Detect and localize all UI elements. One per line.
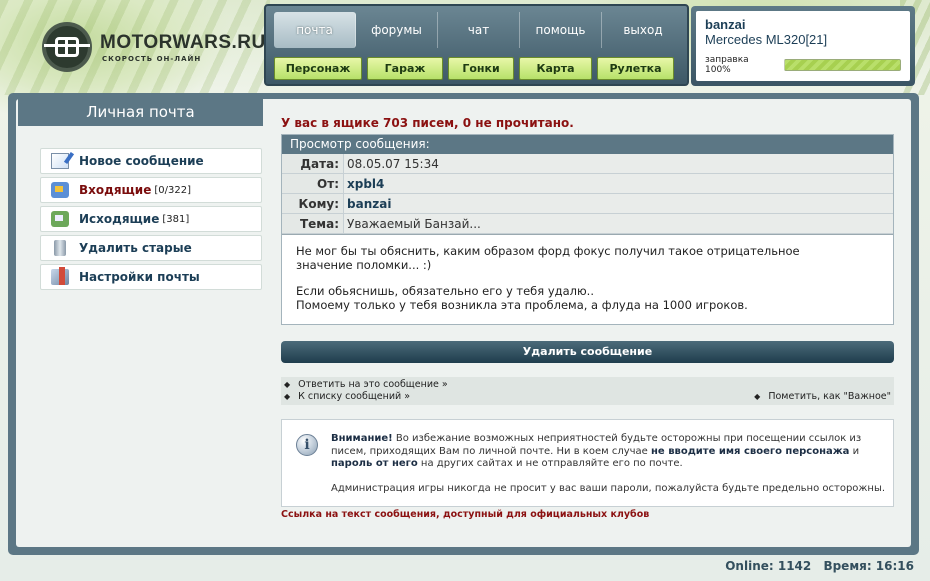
subtab-map[interactable]: Карта [519, 57, 592, 80]
field-subject: Тема: Уважаемый Банзай... [282, 214, 893, 234]
sidebar-title: Личная почта [18, 98, 263, 126]
logo-title: MOTORWARS.RU [100, 32, 266, 53]
notice-bold: Внимание! [331, 433, 393, 444]
inbox-icon [51, 182, 69, 198]
message-box: Просмотр сообщения: Дата: 08.05.07 15:34… [281, 134, 894, 325]
logo-subtitle: СКОРОСТЬ ОН-ЛАЙН [102, 55, 202, 63]
mail-sidebar: Новое сообщение Входящие [0/322] Исходящ… [40, 148, 262, 293]
field-from: От: xpbl4 [282, 174, 893, 194]
user-car: Mercedes ML320[21] [705, 32, 828, 47]
tab-forums[interactable]: форумы [356, 12, 438, 48]
mailbox-summary: У вас в ящике 703 писем, 0 не прочитано. [281, 116, 574, 130]
sidebar-item-label: Удалить старые [79, 241, 192, 255]
sidebar-item-label: Входящие [79, 183, 152, 197]
sidebar-item-inbox[interactable]: Входящие [0/322] [40, 177, 262, 203]
date-label: Дата: [282, 154, 344, 173]
sidebar-item-label: Исходящие [79, 212, 160, 226]
notice-bold: пароль от него [331, 458, 418, 469]
from-label: От: [282, 174, 344, 193]
user-name[interactable]: banzai [705, 17, 901, 32]
message-box-title: Просмотр сообщения: [282, 135, 893, 154]
fuel-status: заправка 100% [705, 55, 901, 75]
body-line: Если обьяснишь, обязательно его у тебя у… [296, 284, 594, 298]
notice-text: Внимание! Во избежание возможных неприят… [331, 433, 891, 495]
reply-link[interactable]: Ответить на это сообщение » [284, 379, 448, 390]
info-icon: i [296, 434, 318, 456]
sidebar-item-delete-old[interactable]: Удалить старые [40, 235, 262, 261]
fuel-bar [784, 59, 901, 71]
status-footer: Online: 1142 Время: 16:16 [717, 559, 914, 573]
new-message-icon [51, 153, 69, 169]
subtab-roulette[interactable]: Рулетка [597, 57, 674, 80]
message-view: У вас в ящике 703 писем, 0 не прочитано.… [281, 106, 894, 520]
online-count: Online: 1142 [725, 559, 812, 573]
tab-exit[interactable]: выход [602, 12, 684, 48]
from-value[interactable]: xpbl4 [344, 174, 893, 193]
body-line: Не мог бы ты обяснить, каким образом фор… [296, 244, 800, 258]
subject-value: Уважаемый Банзай... [344, 214, 893, 233]
message-actions: Ответить на это сообщение » К списку соо… [281, 377, 894, 405]
body-line: значение поломки... :) [296, 257, 432, 272]
inbox-count: [0/322] [154, 184, 191, 196]
outbox-count: [381] [162, 213, 190, 225]
notice-part: и [849, 445, 860, 457]
tab-help[interactable]: помощь [520, 12, 602, 48]
server-time: Время: 16:16 [823, 559, 914, 573]
sub-tabs: Персонаж Гараж Гонки Карта Рулетка [274, 57, 684, 81]
site-logo[interactable]: MOTORWARS.RU СКОРОСТЬ ОН-ЛАЙН [42, 22, 265, 72]
sidebar-item-new-message[interactable]: Новое сообщение [40, 148, 262, 174]
back-to-list-link[interactable]: К списку сообщений » [284, 391, 410, 402]
field-to: Кому: banzai [282, 194, 893, 214]
subject-label: Тема: [282, 214, 344, 233]
subtab-races[interactable]: Гонки [448, 57, 514, 80]
delete-message-button[interactable]: Удалить сообщение [281, 341, 894, 363]
date-value: 08.05.07 15:34 [344, 154, 893, 173]
field-date: Дата: 08.05.07 15:34 [282, 154, 893, 174]
fuel-label: заправка 100% [705, 55, 749, 75]
notice-part: на других сайтах и не отправляйте его по… [417, 458, 683, 469]
security-notice: i Внимание! Во избежание возможных непри… [281, 419, 894, 507]
mark-important-link[interactable]: Пометить, как "Важное" [754, 391, 891, 402]
notice-line2: Администрация игры никогда не просит у в… [331, 482, 886, 494]
to-label: Кому: [282, 194, 344, 213]
club-link[interactable]: Ссылка на текст сообщения, доступный для… [281, 509, 894, 520]
sidebar-item-mail-settings[interactable]: Настройки почты [40, 264, 262, 290]
main-tabs: почта форумы чат помощь выход [274, 12, 684, 48]
subtab-character[interactable]: Персонаж [274, 57, 362, 80]
settings-icon [51, 267, 69, 285]
tab-chat[interactable]: чат [438, 12, 520, 48]
body-line: Помоему только у тебя возникла эта пробл… [296, 297, 748, 312]
trash-icon [54, 240, 66, 256]
logo-mark-icon [42, 22, 92, 72]
sidebar-item-label: Новое сообщение [79, 154, 204, 168]
subtab-garage[interactable]: Гараж [367, 57, 443, 80]
tab-mail[interactable]: почта [274, 12, 356, 48]
user-panel: banzai Mercedes ML320[21] заправка 100% [691, 6, 915, 86]
to-value[interactable]: banzai [344, 194, 893, 213]
sidebar-item-outbox[interactable]: Исходящие [381] [40, 206, 262, 232]
top-navigation: почта форумы чат помощь выход Персонаж Г… [264, 4, 689, 86]
notice-bold: не вводите имя своего персонажа [651, 445, 850, 457]
sidebar-item-label: Настройки почты [79, 270, 200, 284]
outbox-icon [51, 211, 69, 227]
message-body: Не мог бы ты обяснить, каким образом фор… [282, 234, 893, 324]
